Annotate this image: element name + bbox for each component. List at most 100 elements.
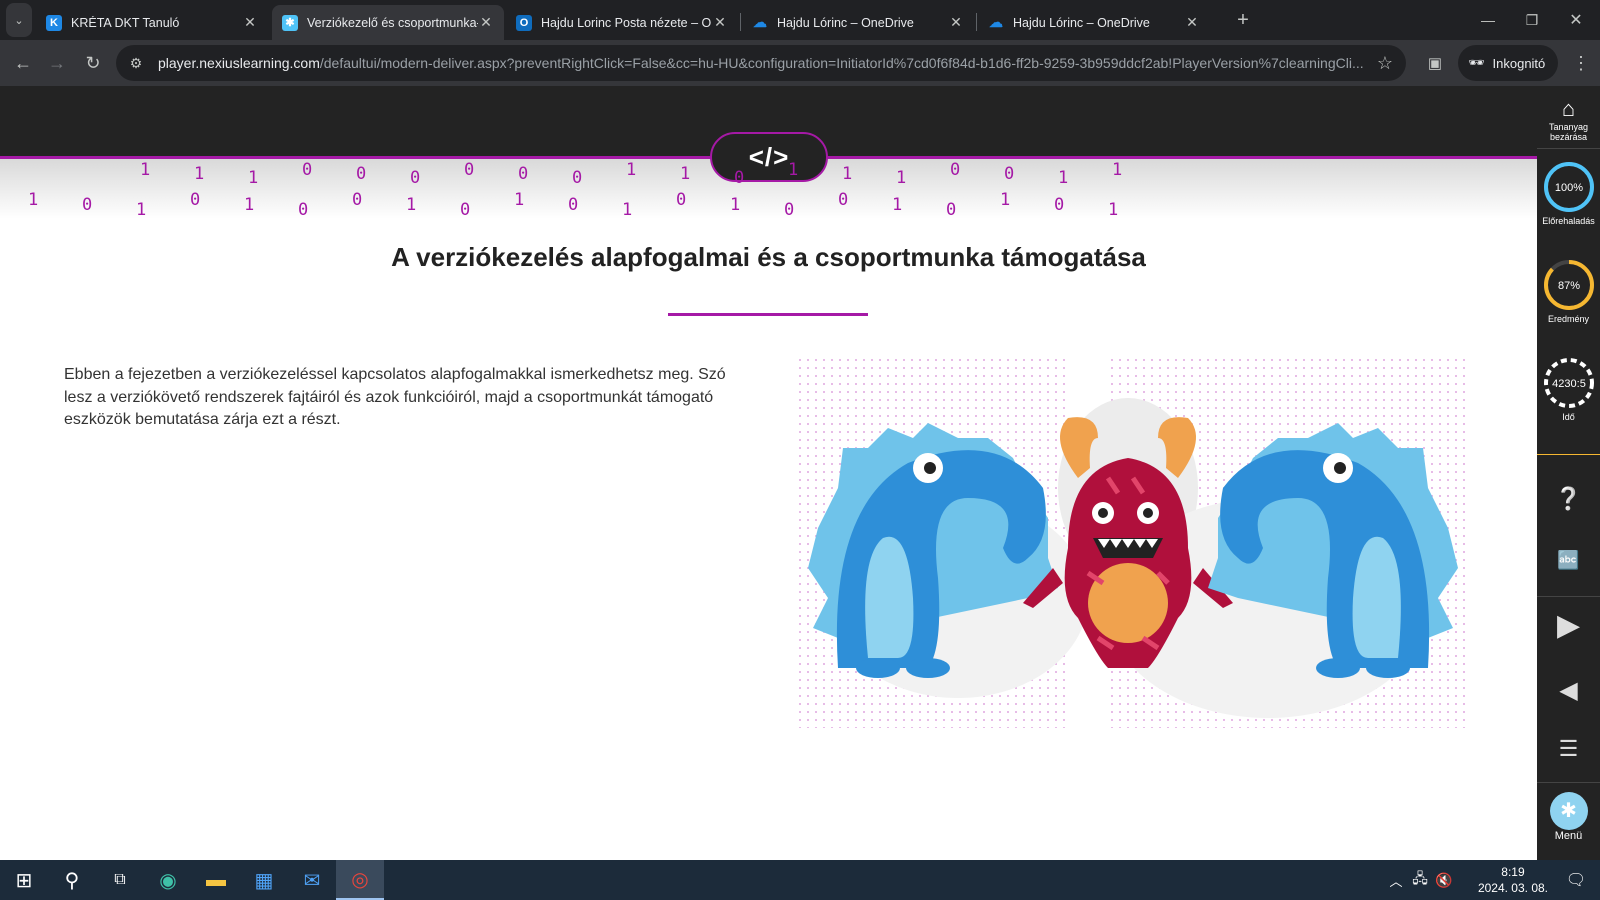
volume-muted-icon[interactable]: 🔇 — [1432, 860, 1456, 900]
system-clock[interactable]: 8:19 2024. 03. 08. — [1478, 864, 1548, 896]
tab-outlook[interactable]: O Hajdu Lorinc Posta nézete – Ou ✕ — [506, 5, 738, 40]
home-icon: ⌂ — [1561, 96, 1576, 121]
binary-digit: 1 — [1108, 200, 1119, 220]
binary-digit: 0 — [460, 200, 471, 220]
result-ring: 87% — [1543, 260, 1594, 310]
edge-icon[interactable]: ◉ — [144, 860, 192, 900]
binary-digit: 1 — [1112, 160, 1123, 180]
onedrive-icon: ☁ — [753, 14, 767, 30]
close-icon[interactable]: ✕ — [948, 14, 964, 31]
sidebar-divider — [1537, 454, 1600, 455]
task-view-icon[interactable]: ⧉ — [96, 860, 144, 900]
svg-text:87%: 87% — [1557, 280, 1579, 292]
binary-digit: 0 — [302, 160, 313, 180]
glossary-icon[interactable]: 🔤 — [1537, 550, 1600, 571]
incognito-icon: 🕶 — [1468, 55, 1485, 70]
browser-toolbar: ← → ↻ ⚙ player.nexiuslearning.com/defaul… — [0, 40, 1600, 86]
tab-onedrive-2[interactable]: ☁ Hajdu Lórinc – OneDrive ✕ — [978, 5, 1210, 40]
previous-page-icon[interactable]: ◀ — [1537, 676, 1600, 705]
new-tab-button[interactable]: + — [1228, 0, 1258, 40]
progress-indicator: 100% Előrehaladás — [1537, 160, 1600, 226]
kreta-icon: K — [46, 14, 62, 31]
binary-digit: 1 — [626, 160, 637, 180]
tab-kreta[interactable]: K KRÉTA DKT Tanuló ✕ — [36, 5, 268, 40]
clock-time: 8:19 — [1501, 865, 1525, 879]
binary-digit: 1 — [730, 195, 741, 215]
binary-digit: 0 — [950, 160, 961, 180]
tab-search-button[interactable]: ⌄ — [6, 3, 32, 37]
tab-divider — [740, 13, 741, 31]
forward-icon[interactable]: → — [42, 40, 72, 86]
time-indicator: 4230:5 Idő — [1537, 356, 1600, 422]
binary-digit: 1 — [244, 195, 255, 215]
mail-icon[interactable]: ✉ — [288, 860, 336, 900]
tray-chevron-icon[interactable]: ︿ — [1384, 860, 1408, 900]
url-host: player.nexiuslearning.com — [158, 55, 320, 71]
restore-button[interactable]: ❐ — [1512, 0, 1552, 40]
binary-digit: 0 — [734, 168, 745, 188]
progress-label: Előrehaladás — [1542, 216, 1595, 226]
binary-digit: 0 — [298, 200, 309, 220]
next-page-icon[interactable]: ▶ — [1537, 608, 1600, 643]
nexius-icon: ✱ — [282, 14, 298, 31]
binary-digit: 0 — [568, 195, 579, 215]
tab-nexius[interactable]: ✱ Verziókezelő és csoportmunka- ✕ — [272, 5, 504, 40]
binary-digit: 1 — [1058, 168, 1069, 188]
minimize-button[interactable]: — — [1468, 0, 1508, 40]
menu-button[interactable]: ✱ Menü — [1537, 792, 1600, 842]
tab-onedrive-1[interactable]: ☁ Hajdu Lórinc – OneDrive ✕ — [742, 5, 974, 40]
file-explorer-icon[interactable]: ▬ — [192, 860, 240, 900]
close-icon[interactable]: ✕ — [242, 14, 258, 31]
result-label: Eredmény — [1547, 314, 1590, 324]
title-underline — [668, 313, 868, 316]
time-ring: 4230:5 — [1543, 358, 1594, 408]
binary-digit: 1 — [680, 164, 691, 184]
menu-logo-icon: ✱ — [1549, 792, 1588, 830]
binary-digit: 1 — [842, 164, 853, 184]
binary-digit: 1 — [136, 200, 147, 220]
binary-digit: 0 — [518, 164, 529, 184]
binary-digit: 0 — [352, 190, 363, 210]
chrome-icon[interactable]: ◎ — [336, 860, 384, 900]
binary-digit: 1 — [28, 190, 39, 210]
notifications-icon[interactable]: 🗨 — [1552, 860, 1600, 900]
time-label: Idő — [1562, 412, 1575, 422]
tab-title: KRÉTA DKT Tanuló — [71, 15, 180, 30]
tab-title: Hajdu Lorinc Posta nézete – Ou — [541, 15, 712, 30]
page-title: A verziókezelés alapfogalmai és a csopor… — [391, 242, 1146, 272]
svg-text:4230:5: 4230:5 — [1552, 378, 1586, 390]
url-text[interactable]: player.nexiuslearning.com/defaultui/mode… — [158, 45, 1368, 81]
binary-digit: 1 — [622, 200, 633, 220]
help-icon[interactable]: ❔ — [1537, 486, 1600, 512]
more-menu-icon[interactable]: ⋮ — [1566, 40, 1596, 86]
player-sidebar: ⌂ Tananyag bezárása 100% Előrehaladás 87… — [1537, 86, 1600, 860]
site-info-icon[interactable]: ⚙ — [124, 45, 148, 81]
close-course-button[interactable]: ⌂ Tananyag bezárása — [1537, 96, 1600, 142]
tab-divider — [976, 13, 977, 31]
search-icon[interactable]: ⚲ — [48, 860, 96, 900]
address-bar[interactable]: ⚙ player.nexiuslearning.com/defaultui/mo… — [116, 45, 1406, 81]
incognito-badge[interactable]: 🕶 Inkognitó — [1458, 45, 1558, 81]
table-of-contents-icon[interactable]: ☰ — [1537, 736, 1600, 762]
bookmark-star-icon[interactable]: ☆ — [1370, 45, 1400, 81]
tab-title: Verziókezelő és csoportmunka- — [307, 15, 478, 30]
close-icon[interactable]: ✕ — [1184, 14, 1200, 31]
sidebar-divider — [1537, 148, 1600, 149]
store-icon[interactable]: ▦ — [240, 860, 288, 900]
close-course-label: Tananyag bezárása — [1548, 122, 1589, 142]
menu-label: Menü — [1554, 830, 1583, 842]
onedrive-icon: ☁ — [989, 14, 1003, 30]
binary-digit: 1 — [248, 168, 259, 188]
binary-digit: 1 — [896, 168, 907, 188]
back-icon[interactable]: ← — [8, 40, 38, 86]
windows-start-icon[interactable]: ⊞ — [0, 860, 48, 900]
close-window-button[interactable]: ✕ — [1556, 0, 1596, 40]
side-panel-icon[interactable]: ▣ — [1420, 40, 1450, 86]
network-icon[interactable]: 🖧 — [1408, 860, 1432, 900]
reload-icon[interactable]: ↻ — [78, 40, 108, 86]
close-icon[interactable]: ✕ — [712, 14, 728, 31]
close-icon[interactable]: ✕ — [478, 14, 494, 31]
tab-strip: ⌄ K KRÉTA DKT Tanuló ✕ ✱ Verziókezelő és… — [0, 0, 1600, 40]
binary-digit: 0 — [946, 200, 957, 220]
binary-digit: 1 — [406, 195, 417, 215]
